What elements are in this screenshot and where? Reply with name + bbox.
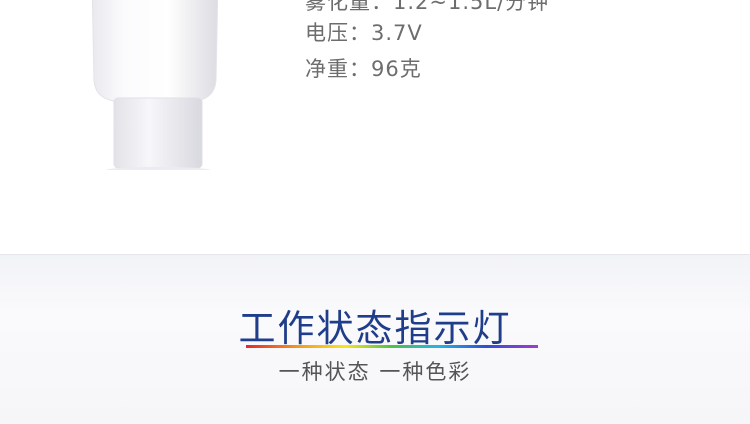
spec-net-weight: 净重：96克 (305, 57, 422, 81)
rainbow-underline (246, 345, 538, 348)
spec-voltage: 电压：3.7V (305, 21, 423, 45)
product-spec-section: 雾化量：1.2~1.5L/分钟 电压：3.7V 净重：96克 (0, 0, 750, 254)
indicator-light-section: 工作状态指示灯 一种状态 一种色彩 (0, 254, 750, 424)
product-detail-page: 雾化量：1.2~1.5L/分钟 电压：3.7V 净重：96克 工作状态指示灯 一… (0, 0, 750, 424)
section-title: 工作状态指示灯 (238, 307, 512, 350)
spec-mist-output: 雾化量：1.2~1.5L/分钟 (305, 0, 550, 14)
section-subtitle: 一种状态 一种色彩 (278, 360, 472, 384)
product-device-image (91, 0, 219, 170)
